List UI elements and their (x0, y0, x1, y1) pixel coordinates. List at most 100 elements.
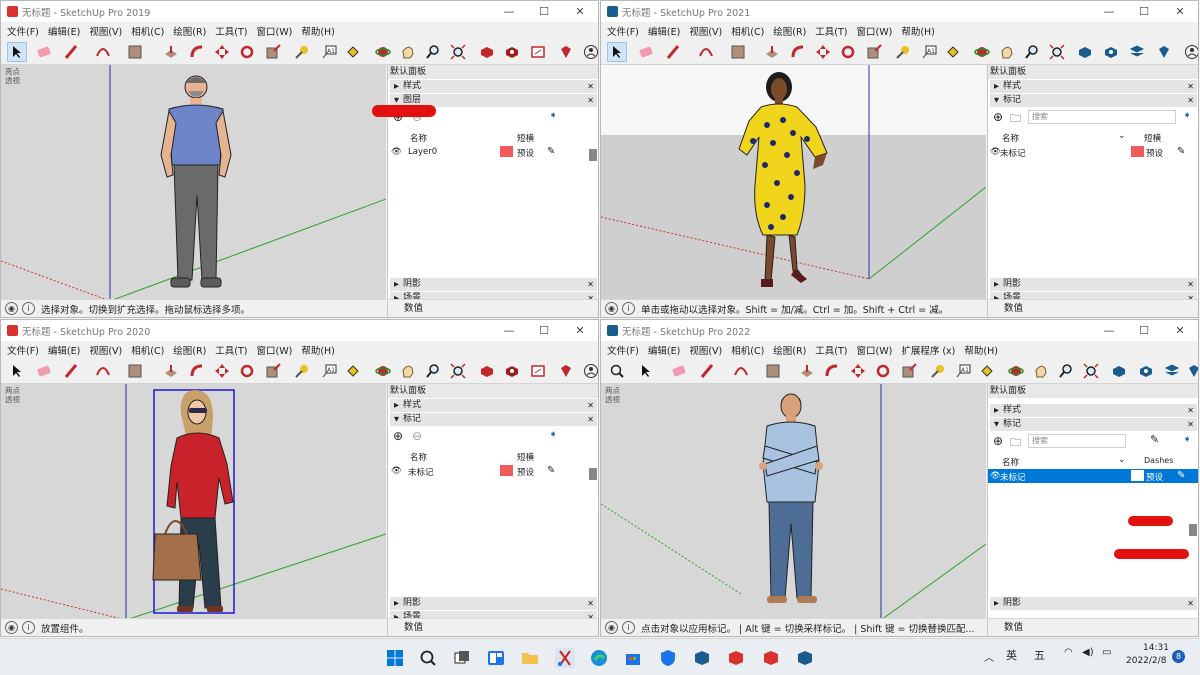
visibility-eye-icon[interactable]: 👁 (391, 466, 402, 476)
3d-warehouse-icon[interactable] (477, 42, 497, 62)
zoom-tool-icon[interactable] (1022, 42, 1042, 62)
arc-tool-icon[interactable] (731, 361, 751, 381)
measurements-box[interactable]: 数值 (387, 618, 598, 636)
info-icon[interactable]: i (622, 302, 635, 315)
geo-location-icon[interactable]: ◉ (605, 621, 618, 634)
menu-window[interactable]: 窗口(W) (257, 343, 293, 357)
paint-bucket-tool-icon[interactable] (943, 42, 963, 62)
menu-draw[interactable]: 绘图(R) (773, 343, 806, 357)
tag-search-input[interactable]: 搜索 (1028, 434, 1126, 448)
arc-tool-icon[interactable] (93, 42, 113, 62)
sort-chevron-icon[interactable]: ⌄ (1118, 455, 1126, 465)
menu-help[interactable]: 帮助(H) (964, 343, 998, 357)
text-tool-icon[interactable]: A1 (953, 361, 973, 381)
extension-manager-icon[interactable] (1154, 42, 1174, 62)
arc-tool-icon[interactable] (696, 42, 716, 62)
eraser-tool-icon[interactable] (34, 361, 54, 381)
push-pull-tool-icon[interactable] (161, 42, 181, 62)
pan-tool-icon[interactable] (1031, 361, 1051, 381)
tag-row[interactable]: 👁 未标记 预设 ✎ (988, 145, 1198, 159)
tray-section-styles[interactable]: ▶ 样式 ✕ (990, 404, 1197, 417)
scrollbar-thumb[interactable] (589, 149, 597, 161)
arc-tool-icon[interactable] (93, 361, 113, 381)
tray-section-styles[interactable]: ▶ 样式 ✕ (990, 80, 1197, 93)
tag-row-selected[interactable]: 👁 未标记 预设 ✎ (988, 469, 1198, 483)
tag-search-input[interactable]: 搜索 (1028, 110, 1176, 124)
tape-measure-tool-icon[interactable] (928, 361, 948, 381)
user-account-icon[interactable] (581, 361, 598, 381)
menu-tools[interactable]: 工具(T) (815, 343, 847, 357)
line-tool-icon[interactable] (61, 361, 81, 381)
notification-badge[interactable]: 8 (1172, 650, 1185, 663)
tray-section-tags[interactable]: ▼ 标记 ✕ (990, 418, 1197, 431)
edit-pencil-icon[interactable]: ✎ (547, 465, 555, 476)
extension-warehouse-icon[interactable] (1101, 42, 1121, 62)
menu-tools[interactable]: 工具(T) (215, 24, 247, 38)
column-name-header[interactable]: 名称 (1002, 456, 1019, 468)
line-tool-icon[interactable] (697, 361, 717, 381)
close-button[interactable]: ✕ (1163, 1, 1197, 22)
sketchup-taskbar-icon[interactable] (692, 648, 712, 668)
layer-row[interactable]: 👁 Layer0 预设 ✎ (388, 145, 598, 159)
edit-pencil-icon[interactable]: ✎ (547, 146, 555, 157)
zoom-extents-tool-icon[interactable] (1047, 42, 1067, 62)
title-bar[interactable]: 无标题 - SketchUp Pro 2021 — ☐ ✕ (601, 1, 1198, 22)
column-dashes-header[interactable]: Dashes (1144, 456, 1173, 465)
scale-tool-icon[interactable] (263, 361, 283, 381)
scrollbar-thumb[interactable] (589, 468, 597, 480)
3d-warehouse-icon[interactable] (1109, 361, 1129, 381)
zoom-tool-icon[interactable] (1056, 361, 1076, 381)
menu-camera[interactable]: 相机(C) (731, 343, 764, 357)
tape-measure-tool-icon[interactable] (893, 42, 913, 62)
menu-window[interactable]: 窗口(W) (257, 24, 293, 38)
scale-tool-icon[interactable] (899, 361, 919, 381)
scale-tool-icon[interactable] (263, 42, 283, 62)
tray-section-styles[interactable]: ▶ 样式 ✕ (390, 399, 597, 412)
tag-color-swatch[interactable] (500, 465, 513, 476)
microsoft-store-icon[interactable] (623, 648, 643, 668)
layout-send-icon[interactable] (528, 42, 548, 62)
eraser-tool-icon[interactable] (34, 42, 54, 62)
tape-measure-tool-icon[interactable] (292, 42, 312, 62)
menu-camera[interactable]: 相机(C) (131, 343, 164, 357)
menu-camera[interactable]: 相机(C) (731, 24, 764, 38)
zoom-extents-tool-icon[interactable] (448, 361, 468, 381)
text-tool-icon[interactable]: A1 (319, 42, 339, 62)
column-name-header[interactable]: 名称 (410, 132, 427, 144)
details-arrow-icon[interactable]: ➧ (549, 110, 557, 121)
menu-help[interactable]: 帮助(H) (301, 343, 335, 357)
rotate-tool-icon[interactable] (237, 361, 257, 381)
extension-warehouse-icon[interactable] (1136, 361, 1156, 381)
zoom-extents-tool-icon[interactable] (448, 42, 468, 62)
zoom-tool-icon[interactable] (423, 361, 443, 381)
layer-dash[interactable]: 预设 (517, 147, 534, 159)
info-icon[interactable]: i (622, 621, 635, 634)
remove-tag-icon[interactable]: ⊖ (412, 429, 422, 443)
add-tag-icon[interactable]: ⊕ (993, 110, 1003, 124)
tray-section-shadows[interactable]: ▶ 阴影 ✕ (990, 597, 1197, 610)
tray-section-tags[interactable]: ▼ 标记 ✕ (390, 413, 597, 426)
3d-warehouse-icon[interactable] (477, 361, 497, 381)
scale-figure-woman-with-bag[interactable] (152, 389, 235, 614)
orbit-tool-icon[interactable] (373, 361, 393, 381)
close-button[interactable]: ✕ (1163, 320, 1197, 341)
details-arrow-icon[interactable]: ➧ (1183, 110, 1191, 121)
rectangle-tool-icon[interactable] (125, 42, 145, 62)
line-tool-icon[interactable] (663, 42, 683, 62)
minimize-button[interactable]: — (1092, 1, 1126, 22)
move-tool-icon[interactable] (813, 42, 833, 62)
move-tool-icon[interactable] (212, 361, 232, 381)
tag-dash[interactable]: 预设 (517, 466, 534, 478)
paint-bucket-tool-icon[interactable] (343, 42, 363, 62)
menu-draw[interactable]: 绘图(R) (173, 24, 206, 38)
clock-date[interactable]: 2022/2/8 (1126, 656, 1166, 666)
battery-icon[interactable]: ▭ (1102, 647, 1111, 658)
add-tag-folder-icon[interactable]: 🗀 (1010, 110, 1021, 129)
menu-window[interactable]: 窗口(W) (857, 24, 893, 38)
menu-edit[interactable]: 编辑(E) (48, 24, 80, 38)
title-bar[interactable]: 无标题 - SketchUp Pro 2020 — ☐ ✕ (1, 320, 598, 341)
menu-file[interactable]: 文件(F) (607, 343, 639, 357)
paint-bucket-tool-icon[interactable] (977, 361, 997, 381)
minimize-button[interactable]: — (492, 1, 526, 22)
sort-chevron-icon[interactable]: ⌄ (1118, 131, 1126, 141)
